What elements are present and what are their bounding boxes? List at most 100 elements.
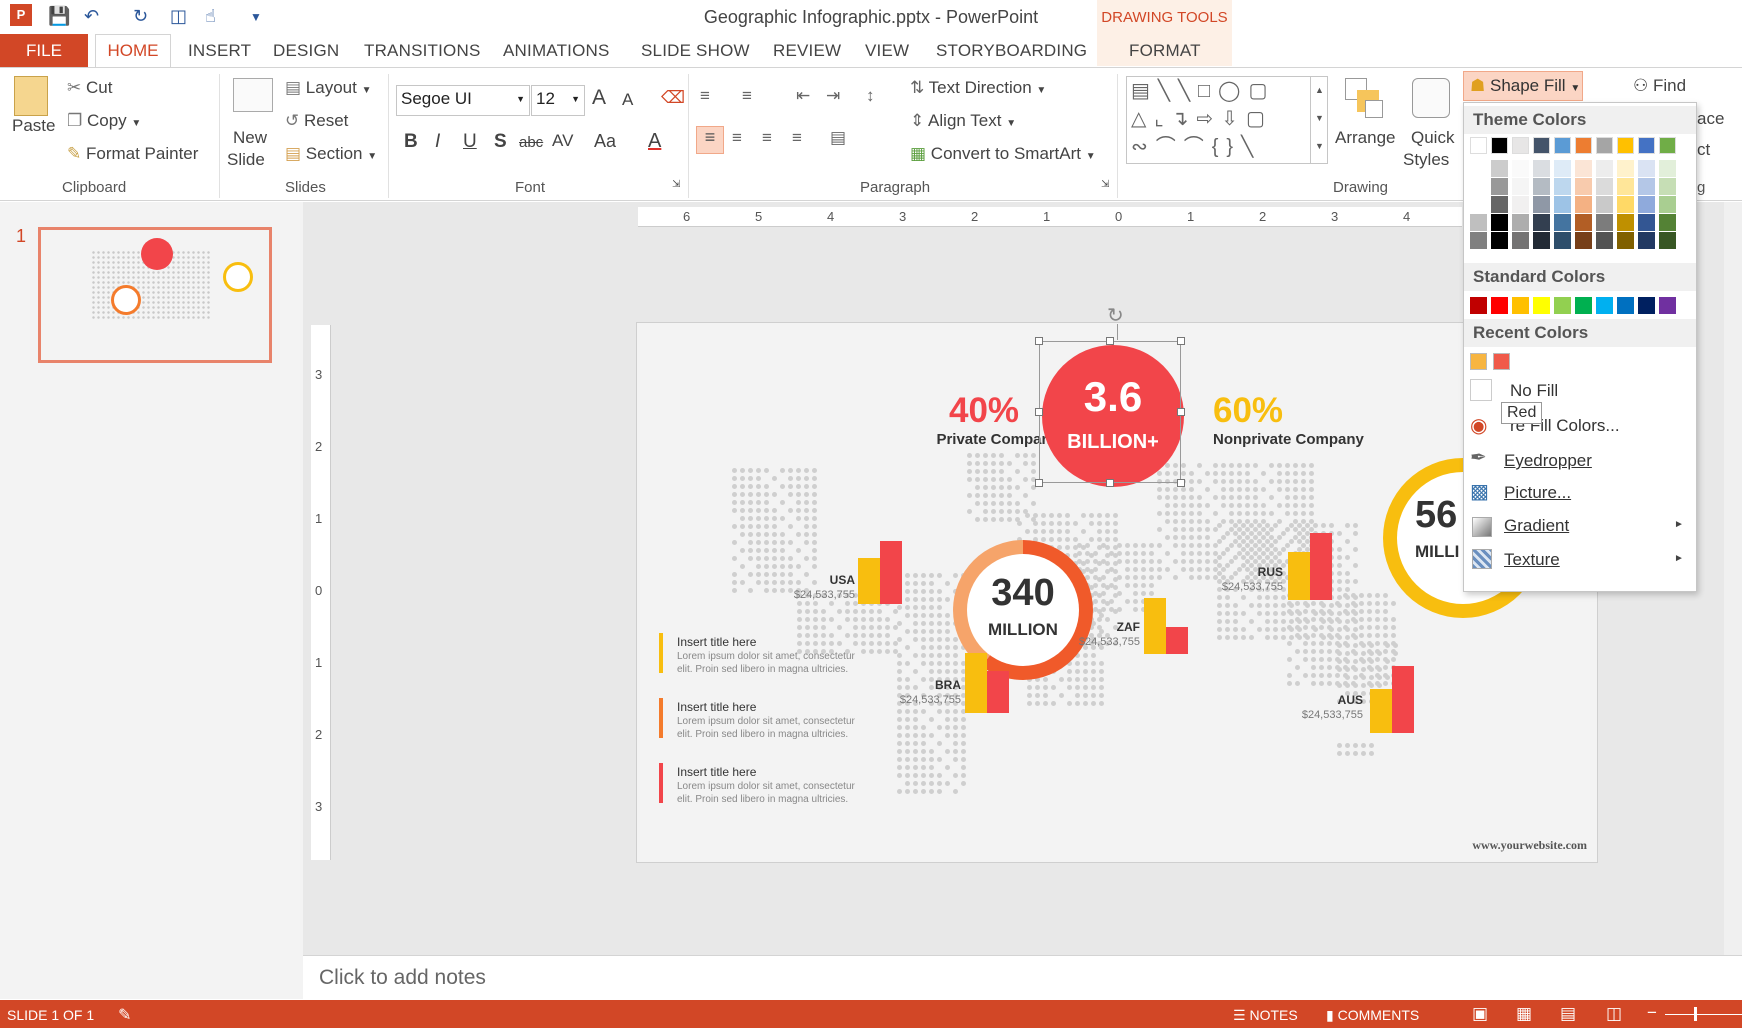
theme-color-shade[interactable] [1659,160,1676,177]
paste-icon[interactable] [14,76,48,116]
justify-icon[interactable]: ≡ [792,128,802,148]
theme-color-shade[interactable] [1491,178,1508,195]
theme-color-shade[interactable] [1533,232,1550,249]
resize-handle[interactable] [1177,479,1185,487]
dialog-launcher-icon[interactable]: ⇲ [1101,179,1109,190]
font-name-combobox[interactable]: Segoe UI ▼ [396,85,530,116]
tab-review[interactable]: REVIEW [773,41,841,61]
standard-color-swatch[interactable] [1470,297,1487,314]
slide-sorter-icon[interactable]: ▦ [1516,1004,1532,1024]
theme-color-shade[interactable] [1533,160,1550,177]
bullets-icon[interactable]: ≡ [700,86,710,106]
standard-color-swatch[interactable] [1575,297,1592,314]
arrange-button[interactable]: Arrange [1335,128,1395,148]
theme-color-shade[interactable] [1533,196,1550,213]
resize-handle[interactable] [1106,337,1114,345]
decrease-indent-icon[interactable]: ⇤ [796,86,810,106]
standard-color-swatch[interactable] [1659,297,1676,314]
spell-check-icon[interactable]: ✎ [118,1005,131,1025]
resize-handle[interactable] [1035,408,1043,416]
theme-color-shade[interactable] [1596,232,1613,249]
theme-color-shade[interactable] [1617,214,1634,231]
text-direction-button[interactable]: ⇅ Text Direction ▼ [910,78,1046,98]
notes-button[interactable]: ☰ NOTES [1233,1007,1298,1024]
theme-color-shade[interactable] [1533,214,1550,231]
theme-color-swatch[interactable] [1470,137,1487,154]
theme-color-shade[interactable] [1470,232,1487,249]
italic-button[interactable]: I [435,131,440,153]
theme-color-shade[interactable] [1659,232,1676,249]
find-button[interactable]: ⚇ Find [1633,76,1686,96]
tab-view[interactable]: VIEW [865,41,909,61]
resize-handle[interactable] [1035,479,1043,487]
theme-color-swatch[interactable] [1659,137,1676,154]
rotate-handle-icon[interactable]: ↻ [1107,303,1124,328]
shape-fill-button[interactable]: ☗ Shape Fill ▼ [1463,71,1583,101]
theme-color-shade[interactable] [1554,214,1571,231]
theme-color-swatch[interactable] [1617,137,1634,154]
strikethrough-button[interactable]: abc [519,134,543,151]
theme-color-shade[interactable] [1470,196,1487,213]
quick-styles-label-1[interactable]: Quick [1411,128,1454,148]
theme-color-shade[interactable] [1491,232,1508,249]
theme-color-shade[interactable] [1659,196,1676,213]
new-slide-icon[interactable] [233,78,273,112]
theme-color-shade[interactable] [1617,160,1634,177]
theme-color-shade[interactable] [1617,178,1634,195]
eyedropper-item[interactable]: Eyedropper [1504,451,1592,471]
chevron-down-icon[interactable]: ▼ [516,94,525,104]
new-slide-label-1[interactable]: New [233,128,267,148]
new-slide-label-2[interactable]: Slide [227,150,265,170]
columns-icon[interactable]: ▤ [830,128,846,148]
standard-color-swatch[interactable] [1491,297,1508,314]
theme-color-shade[interactable] [1512,178,1529,195]
theme-color-shade[interactable] [1491,160,1508,177]
theme-color-shade[interactable] [1617,196,1634,213]
theme-color-shade[interactable] [1638,214,1655,231]
numbering-icon[interactable]: ≡ [742,86,752,106]
theme-color-shade[interactable] [1554,160,1571,177]
line-spacing-icon[interactable]: ↕ [866,86,875,106]
arrange-icon[interactable] [1345,78,1385,120]
texture-item[interactable]: Texture [1504,550,1560,570]
theme-color-shade[interactable] [1617,232,1634,249]
theme-color-shade[interactable] [1512,196,1529,213]
standard-color-swatch[interactable] [1533,297,1550,314]
character-spacing-button[interactable]: AV [552,131,573,151]
underline-button[interactable]: U [463,131,477,153]
theme-color-swatch[interactable] [1512,137,1529,154]
theme-color-shade[interactable] [1554,178,1571,195]
align-text-button[interactable]: ⇕ Align Text ▼ [910,111,1016,131]
tab-storyboarding[interactable]: STORYBOARDING [936,41,1087,61]
no-fill-item[interactable]: No Fill [1510,381,1558,401]
picture-item[interactable]: Picture... [1504,483,1571,503]
theme-color-shade[interactable] [1470,178,1487,195]
theme-color-shade[interactable] [1575,214,1592,231]
tab-file[interactable]: FILE [0,34,88,67]
theme-color-swatch[interactable] [1638,137,1655,154]
vertical-scrollbar[interactable] [1724,202,1742,955]
recent-color-swatch[interactable] [1493,353,1510,370]
tab-slide-show[interactable]: SLIDE SHOW [641,41,750,61]
slide-canvas[interactable]: 40% Private Company 60% Nonprivate Compa… [636,322,1598,863]
select-button[interactable]: ct [1697,140,1710,160]
quick-styles-icon[interactable] [1412,78,1450,118]
shrink-font-button[interactable]: A [622,90,633,110]
standard-color-swatch[interactable] [1617,297,1634,314]
theme-color-shade[interactable] [1596,178,1613,195]
paste-button[interactable]: Paste [12,116,55,136]
theme-color-shade[interactable] [1491,214,1508,231]
font-color-button[interactable]: A [648,130,661,153]
convert-smartart-button[interactable]: ▦ Convert to SmartArt ▼ [910,144,1096,164]
theme-color-shade[interactable] [1512,232,1529,249]
theme-color-shade[interactable] [1491,196,1508,213]
theme-color-shade[interactable] [1659,178,1676,195]
bold-button[interactable]: B [404,131,418,153]
standard-color-swatch[interactable] [1638,297,1655,314]
notes-pane[interactable]: Click to add notes [303,955,1742,1000]
tab-design[interactable]: DESIGN [273,41,339,61]
zoom-thumb[interactable] [1694,1007,1697,1021]
tab-format[interactable]: FORMAT [1129,41,1201,61]
clear-formatting-icon[interactable]: ⌫ [661,88,685,108]
theme-color-shade[interactable] [1596,196,1613,213]
